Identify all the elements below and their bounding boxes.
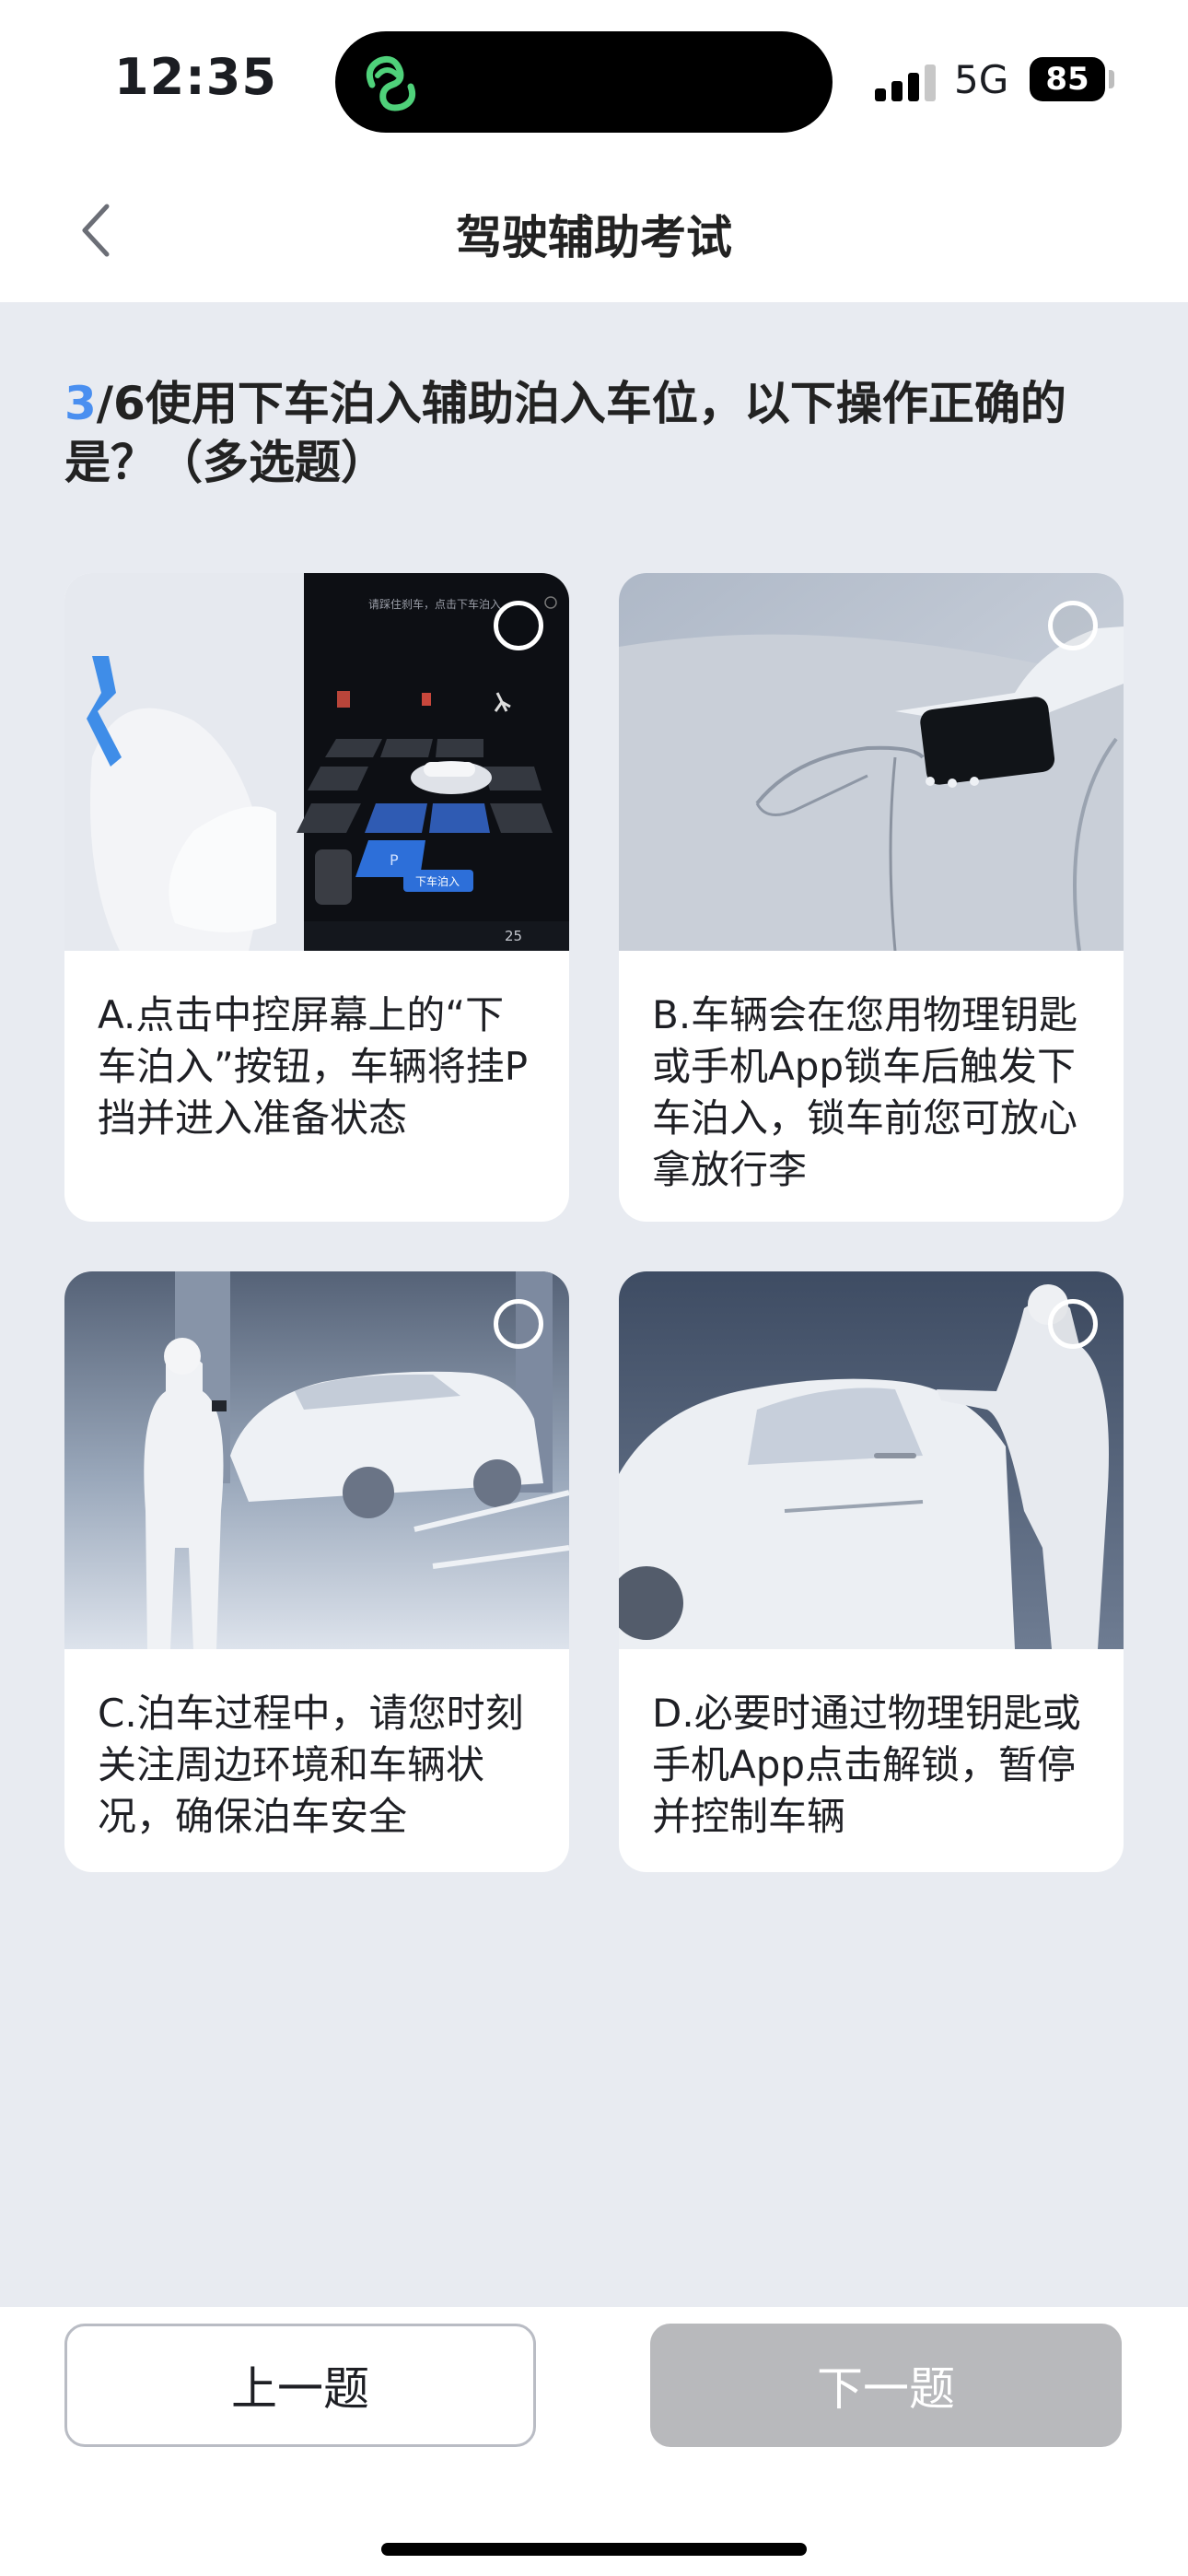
option-card-a[interactable]: P 请踩住刹车，点击下车泊入 下车泊入 25 A.点击中控屏幕上的“下车泊入”按… (64, 573, 569, 1222)
question-body: 使用下车泊入辅助泊入车位，以下操作正确的是？（多选题） (64, 377, 1066, 489)
option-b-checkbox[interactable] (1048, 601, 1098, 650)
nav-bar: 驾驶辅助考试 (0, 157, 1188, 302)
in-image-button: 下车泊入 (415, 874, 460, 888)
question-text: 3/6使用下车泊入辅助泊入车位，以下操作正确的是？（多选题） (64, 374, 1133, 492)
network-type: 5G (954, 57, 1009, 102)
battery-icon: 85 (1030, 57, 1105, 101)
status-time: 12:35 (114, 48, 277, 106)
svg-text:P: P (390, 851, 399, 869)
question-total: /6 (96, 377, 146, 430)
option-a-text: A.点击中控屏幕上的“下车泊入”按钮，车辆将挂P挡并进入准备状态 (98, 992, 529, 1141)
cellular-signal-icon (875, 63, 941, 101)
option-card-b[interactable]: B.车辆会在您用物理钥匙或手机App锁车后触发下车泊入，锁车前您可放心拿放行李 (619, 573, 1124, 1222)
option-a-checkbox[interactable] (494, 601, 543, 650)
in-image-temperature: 25 (505, 928, 522, 944)
battery-tip (1109, 70, 1114, 88)
option-c-text: C.泊车过程中，请您时刻关注周边环境和车辆状况，确保泊车安全 (98, 1691, 524, 1839)
app-activity-icon (366, 55, 416, 111)
option-card-c[interactable]: C.泊车过程中，请您时刻关注周边环境和车辆状况，确保泊车安全 (64, 1271, 569, 1872)
option-d-checkbox[interactable] (1048, 1299, 1098, 1349)
option-card-d[interactable]: D.必要时通过物理钥匙或手机App点击解锁，暂停并控制车辆 (619, 1271, 1124, 1872)
option-c-checkbox[interactable] (494, 1299, 543, 1349)
page-title: 驾驶辅助考试 (456, 211, 732, 264)
option-b-text: B.车辆会在您用物理钥匙或手机App锁车后触发下车泊入，锁车前您可放心拿放行李 (652, 992, 1078, 1192)
next-question-button[interactable]: 下一题 (650, 2324, 1122, 2447)
question-current-number: 3 (64, 377, 97, 430)
in-image-prompt: 请踩住刹车，点击下车泊入 (368, 597, 501, 611)
status-bar: 12:35 5G 85 (0, 0, 1188, 157)
dynamic-island (335, 31, 833, 133)
previous-question-button[interactable]: 上一题 (64, 2324, 536, 2447)
home-indicator (381, 2543, 807, 2556)
bottom-action-bar: 上一题 下一题 (0, 2307, 1188, 2576)
option-d-text: D.必要时通过物理钥匙或手机App点击解锁，暂停并控制车辆 (652, 1691, 1081, 1839)
